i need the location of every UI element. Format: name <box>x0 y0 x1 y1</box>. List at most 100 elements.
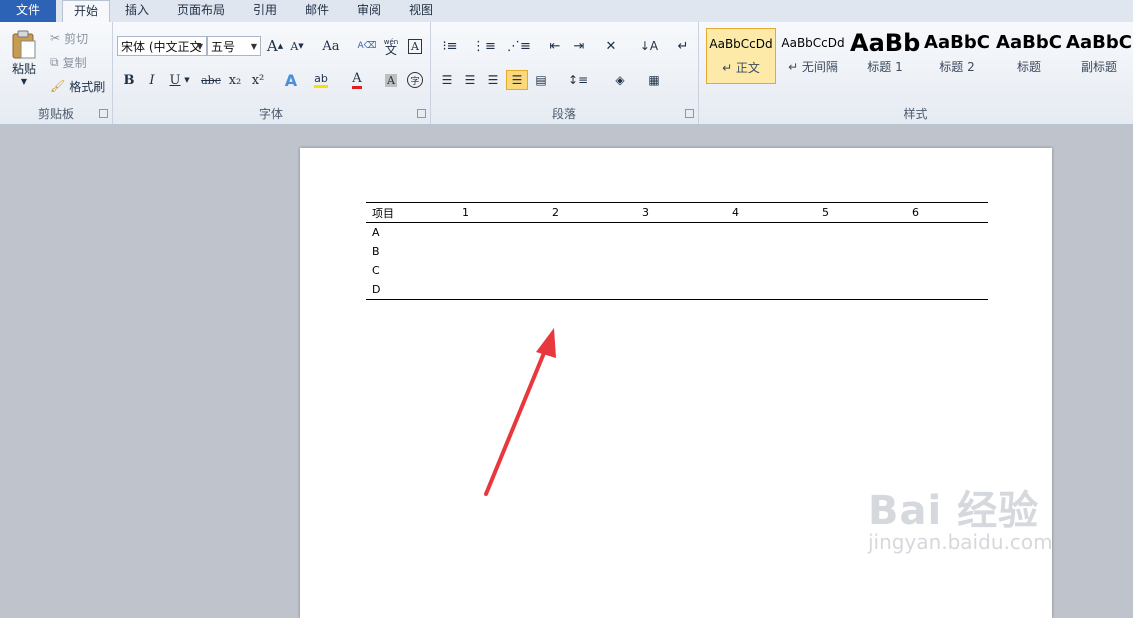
style-sample: AaBbC <box>1066 32 1132 53</box>
styles-group-label: 样式 <box>903 107 928 121</box>
sort-button[interactable]: ↓A <box>638 36 660 56</box>
style-normal[interactable]: AaBbCcDd ↵ 正文 <box>706 28 776 84</box>
tab-review[interactable]: 审阅 <box>346 0 392 22</box>
multilevel-list-button[interactable]: ⋰≡ <box>504 36 534 56</box>
tab-insert[interactable]: 插入 <box>114 0 160 22</box>
subscript-button[interactable]: x₂ <box>224 70 246 90</box>
superscript-button[interactable]: x² <box>247 70 269 90</box>
justify-icon: ☰ <box>511 73 523 87</box>
underline-icon: U <box>169 72 181 88</box>
style-title[interactable]: AaBbC 标题 <box>994 28 1064 84</box>
tab-page-layout[interactable]: 页面布局 <box>170 0 232 22</box>
enclose-char-button[interactable]: 字 <box>404 70 426 90</box>
font-group-label: 字体 <box>258 107 283 121</box>
dialog-launcher-icon[interactable] <box>417 109 426 118</box>
bullets-button[interactable]: ⁝≡ <box>436 36 464 56</box>
align-center-icon: ☰ <box>464 73 476 87</box>
chinese-layout-button[interactable]: ✕ <box>598 36 624 56</box>
italic-button[interactable]: I <box>141 70 163 90</box>
shrink-font-button[interactable]: A ▼ <box>286 36 308 56</box>
highlighter-icon: ab <box>314 72 328 88</box>
underline-dropdown[interactable]: ▼ <box>182 70 192 90</box>
character-border-button[interactable]: A <box>404 36 426 56</box>
clear-format-button[interactable]: A⌫ <box>356 36 378 56</box>
font-name-combo[interactable]: 宋体 (中文正文 ▼ <box>117 36 207 56</box>
style-heading-2[interactable]: AaBbC 标题 2 <box>922 28 992 84</box>
cut-button[interactable]: ✂ 剪切 <box>50 28 88 48</box>
shrink-font-icon: A <box>290 39 299 53</box>
format-painter-label: 格式刷 <box>69 79 106 94</box>
clipboard-icon <box>12 30 36 59</box>
format-painter-button[interactable]: 🖌 格式刷 <box>50 76 105 96</box>
paragraph-group-label: 段落 <box>551 107 576 121</box>
strikethrough-icon: abc <box>201 73 221 87</box>
decrease-indent-icon: ⇤ <box>549 38 561 54</box>
change-case-button[interactable]: Aa <box>318 36 344 56</box>
char-shading-button[interactable]: A <box>380 70 402 90</box>
dialog-launcher-icon[interactable] <box>99 109 108 118</box>
justify-button[interactable]: ☰ <box>506 70 528 90</box>
phonetic-guide-button[interactable]: wén 文 <box>380 36 402 56</box>
baidu-watermark: Bai 经验 jingyan.baidu.com <box>868 478 1053 554</box>
font-name-value: 宋体 (中文正文 <box>121 40 202 54</box>
clipboard-group-label: 剪贴板 <box>37 107 74 121</box>
strikethrough-button[interactable]: abc <box>200 70 222 90</box>
copy-button[interactable]: ⧉ 复制 <box>50 52 87 72</box>
tab-home[interactable]: 开始 <box>62 0 110 24</box>
superscript-icon: x² <box>251 72 265 88</box>
chevron-down-icon: ▼ <box>20 77 28 86</box>
paragraph-mark-icon: ↵ <box>677 38 689 54</box>
style-name: ↵ 无间隔 <box>788 60 838 74</box>
tab-file[interactable]: 文件 <box>0 0 56 22</box>
style-heading-1[interactable]: AaBb 标题 1 <box>850 28 920 84</box>
chinese-layout-icon: ✕ <box>605 38 617 54</box>
style-sample: AaBbC <box>996 32 1062 53</box>
decrease-indent-button[interactable]: ⇤ <box>544 36 566 56</box>
phonetic-char: 文 <box>384 43 397 57</box>
style-name: 标题 <box>1016 60 1041 74</box>
scissors-icon: ✂ <box>50 31 61 45</box>
watermark-url: jingyan.baidu.com <box>868 530 1053 554</box>
align-left-button[interactable]: ☰ <box>436 70 458 90</box>
style-sample: AaBbC <box>924 32 990 53</box>
style-name: 标题 2 <box>939 60 975 74</box>
grow-font-button[interactable]: A ▲ <box>264 36 286 56</box>
watermark-logo-text: Bai 经验 <box>868 488 1040 534</box>
font-size-value: 五号 <box>211 40 236 54</box>
highlight-button[interactable]: ab <box>310 70 332 90</box>
copy-label: 复制 <box>62 55 87 70</box>
clipboard-group: 粘贴 ▼ ✂ 剪切 ⧉ 复制 🖌 格式刷 剪贴板 <box>0 22 113 124</box>
grow-font-icon: A <box>266 37 278 55</box>
sort-icon: ↓A <box>639 39 659 53</box>
align-right-button[interactable]: ☰ <box>482 70 504 90</box>
align-left-icon: ☰ <box>441 73 453 87</box>
style-no-spacing[interactable]: AaBbCcDd ↵ 无间隔 <box>778 28 848 84</box>
style-name: ↵ 正文 <box>722 61 760 75</box>
dialog-launcher-icon[interactable] <box>685 109 694 118</box>
align-center-button[interactable]: ☰ <box>459 70 481 90</box>
text-effects-button[interactable]: A <box>280 70 302 90</box>
bold-button[interactable]: B <box>118 70 140 90</box>
font-size-combo[interactable]: 五号 ▼ <box>207 36 261 56</box>
enclose-char-icon: 字 <box>407 72 423 88</box>
borders-button[interactable]: ▦ <box>640 70 668 90</box>
multilevel-list-icon: ⋰≡ <box>507 38 531 54</box>
bullet-list-icon: ⁝≡ <box>442 38 458 54</box>
paste-button[interactable]: 粘贴 ▼ <box>4 26 44 90</box>
tab-mailings[interactable]: 邮件 <box>294 0 340 22</box>
line-spacing-button[interactable]: ↕≡ <box>564 70 592 90</box>
brush-icon: 🖌 <box>50 79 66 93</box>
line-spacing-icon: ↕≡ <box>567 73 589 87</box>
tab-view[interactable]: 视图 <box>398 0 444 22</box>
font-color-button[interactable]: A <box>346 70 368 90</box>
shading-button[interactable]: ◈ <box>606 70 634 90</box>
ribbon: 粘贴 ▼ ✂ 剪切 ⧉ 复制 🖌 格式刷 剪贴板 宋体 (中文正文 ▼ 五号 ▼… <box>0 22 1133 125</box>
change-case-icon: Aa <box>322 38 340 54</box>
style-subtitle[interactable]: AaBbC 副标题 <box>1064 28 1133 84</box>
distribute-button[interactable]: ▤ <box>530 70 552 90</box>
numbering-button[interactable]: ⋮≡ <box>470 36 498 56</box>
tab-references[interactable]: 引用 <box>242 0 288 22</box>
clear-format-icon: A⌫ <box>357 41 377 51</box>
increase-indent-button[interactable]: ⇥ <box>568 36 590 56</box>
show-marks-button[interactable]: ↵ <box>672 36 694 56</box>
